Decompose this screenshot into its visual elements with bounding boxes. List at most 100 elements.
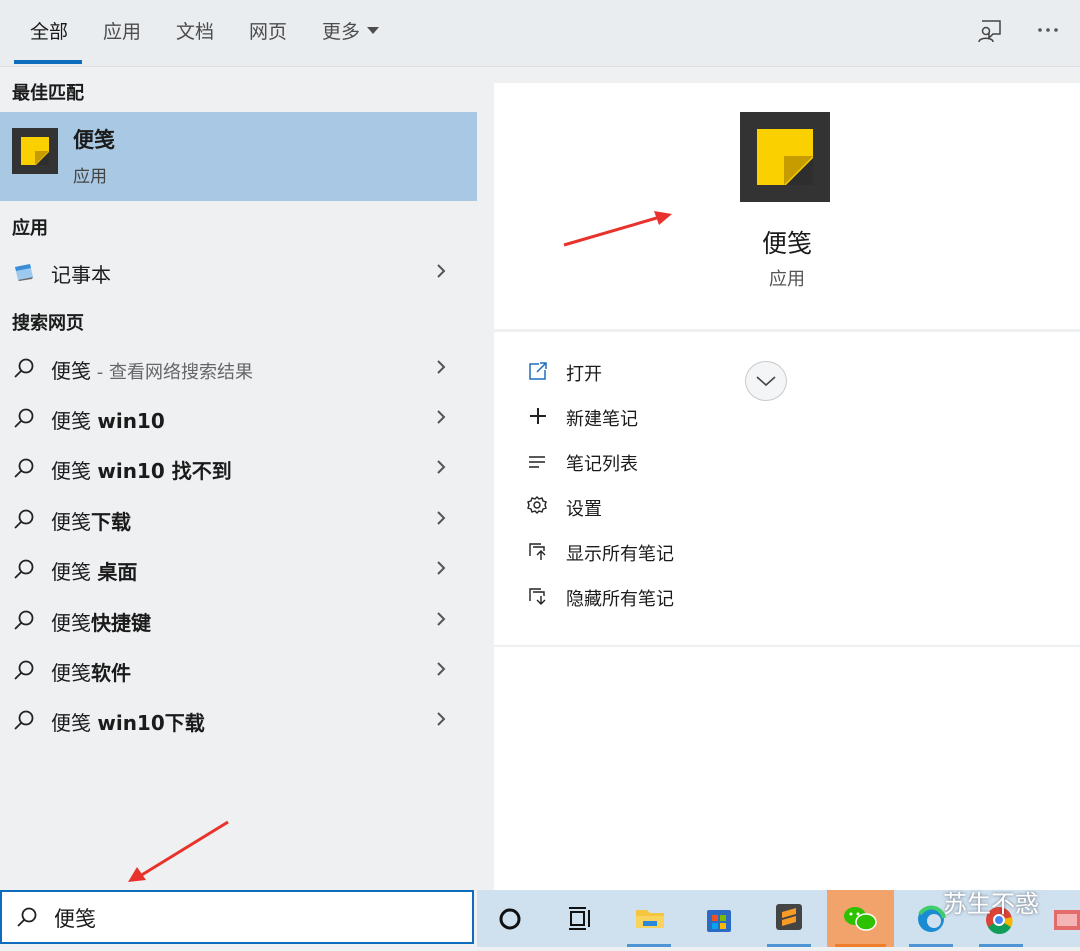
results-pane: 最佳匹配 便笺 应用 应用 记事本 搜索网页 便笺 - 查看网络搜索结果 便笺 w… <box>0 67 477 890</box>
best-match-heading: 最佳匹配 <box>12 83 84 104</box>
web-result-item[interactable]: 便笺 - 查看网络搜索结果 <box>0 343 477 393</box>
search-icon <box>12 507 36 531</box>
web-result-label: 便笺 - 查看网络搜索结果 <box>51 355 253 384</box>
web-result-item[interactable]: 便笺 win10下载 <box>0 695 477 745</box>
plus-icon <box>527 405 549 427</box>
sticky-notes-large-icon <box>740 112 830 202</box>
search-icon <box>12 456 36 480</box>
chevron-right-icon <box>433 510 449 526</box>
more-options-icon[interactable] <box>1035 16 1065 46</box>
watermark-text: 苏生不惑 <box>943 890 1039 918</box>
web-result-item[interactable]: 便笺快捷键 <box>0 595 477 645</box>
top-tab-bar: 全部 应用 文档 网页 更多 <box>0 0 1080 67</box>
web-result-prefix: 便笺 <box>51 459 98 483</box>
chevron-right-icon <box>433 560 449 576</box>
action-new-note[interactable]: 新建笔记 <box>494 397 1080 437</box>
tab-more-label: 更多 <box>322 21 361 43</box>
chevron-right-icon <box>433 611 449 627</box>
detail-subtitle: 应用 <box>769 269 805 290</box>
web-result-item[interactable]: 便笺下载 <box>0 494 477 544</box>
web-search-heading: 搜索网页 <box>12 313 84 334</box>
sublime-icon[interactable] <box>759 890 819 947</box>
chevron-right-icon <box>433 459 449 475</box>
web-result-label: 便笺下载 <box>51 506 131 535</box>
action-hide-all-notes[interactable]: 隐藏所有笔记 <box>494 577 1080 617</box>
search-icon <box>15 905 39 929</box>
action-label: 隐藏所有笔记 <box>566 589 674 610</box>
action-label: 笔记列表 <box>566 454 638 475</box>
web-result-prefix: 便笺 <box>51 510 91 534</box>
web-result-label: 便笺 win10 找不到 <box>51 455 232 484</box>
file-explorer-icon[interactable] <box>619 890 679 947</box>
chevron-down-icon <box>367 27 380 34</box>
web-result-label: 便笺 win10下载 <box>51 707 205 736</box>
web-result-bold: 快捷键 <box>91 611 151 635</box>
action-open[interactable]: 打开 <box>494 352 1080 392</box>
web-result-item[interactable]: 便笺 win10 找不到 <box>0 443 477 493</box>
web-result-item[interactable]: 便笺 win10 <box>0 393 477 443</box>
actions-list: 打开 新建笔记 笔记列表 设置 显示所有笔记 隐藏所有笔记 <box>494 332 1080 645</box>
app-icon[interactable] <box>1040 890 1080 947</box>
search-icon <box>12 406 36 430</box>
open-icon <box>527 360 549 382</box>
best-match-item[interactable]: 便笺 应用 <box>0 112 477 201</box>
web-result-label: 便笺软件 <box>51 657 131 686</box>
web-result-prefix: 便笺 <box>51 661 91 685</box>
web-result-prefix: 便笺 <box>51 560 98 584</box>
action-label: 设置 <box>566 499 602 520</box>
web-result-prefix: 便笺 <box>51 611 91 635</box>
web-result-label: 便笺 桌面 <box>51 556 137 585</box>
apps-heading: 应用 <box>12 218 48 239</box>
search-icon <box>12 608 36 632</box>
web-result-prefix: 便笺 <box>51 359 91 383</box>
web-result-prefix: 便笺 <box>51 409 98 433</box>
web-result-prefix: 便笺 <box>51 711 98 735</box>
chevron-right-icon <box>433 409 449 425</box>
tab-all[interactable]: 全部 <box>30 17 68 44</box>
store-icon[interactable] <box>689 890 749 947</box>
tab-apps[interactable]: 应用 <box>103 17 141 44</box>
web-result-label: 便笺 win10 <box>51 405 165 434</box>
detail-pane: 便笺 应用 打开 新建笔记 笔记列表 设置 显示所有笔记 隐藏所有笔记 <box>477 67 1080 890</box>
best-match-subtitle: 应用 <box>73 167 107 187</box>
web-result-label: 便笺快捷键 <box>51 607 151 636</box>
list-icon <box>527 450 549 472</box>
search-icon <box>12 557 36 581</box>
detail-bottom-card <box>494 647 1080 890</box>
feedback-icon[interactable] <box>975 16 1005 46</box>
action-notes-list[interactable]: 笔记列表 <box>494 442 1080 482</box>
action-settings[interactable]: 设置 <box>494 487 1080 527</box>
active-tab-indicator <box>14 60 82 64</box>
sticky-notes-icon <box>12 128 58 174</box>
task-view-icon[interactable] <box>547 890 612 947</box>
chevron-right-icon <box>433 359 449 375</box>
chevron-right-icon <box>433 661 449 677</box>
tab-web[interactable]: 网页 <box>249 17 287 44</box>
web-result-bold: 软件 <box>91 661 131 685</box>
chevron-right-icon <box>433 711 449 727</box>
search-icon <box>12 356 36 380</box>
tab-more[interactable]: 更多 <box>322 17 380 44</box>
web-result-bold: win10下载 <box>97 711 205 735</box>
web-result-bold: win10 找不到 <box>97 459 232 483</box>
search-box[interactable] <box>0 890 474 944</box>
app-result-notepad[interactable]: 记事本 <box>0 247 477 297</box>
search-icon <box>12 708 36 732</box>
app-result-label: 记事本 <box>51 263 111 287</box>
web-result-suffix: - 查看网络搜索结果 <box>91 362 253 383</box>
notepad-icon <box>12 260 36 284</box>
gear-icon <box>527 495 549 517</box>
expand-button[interactable] <box>745 361 787 401</box>
wechat-icon[interactable] <box>827 890 894 947</box>
web-result-item[interactable]: 便笺 桌面 <box>0 544 477 594</box>
cortana-icon[interactable] <box>477 890 542 947</box>
action-label: 新建笔记 <box>566 409 638 430</box>
web-result-bold: 桌面 <box>97 560 138 584</box>
action-label: 显示所有笔记 <box>566 544 674 565</box>
web-result-item[interactable]: 便笺软件 <box>0 645 477 695</box>
search-input[interactable] <box>52 900 456 936</box>
hide-notes-icon <box>527 585 549 607</box>
tab-documents[interactable]: 文档 <box>176 17 214 44</box>
action-show-all-notes[interactable]: 显示所有笔记 <box>494 532 1080 572</box>
best-match-title: 便笺 <box>73 128 115 152</box>
